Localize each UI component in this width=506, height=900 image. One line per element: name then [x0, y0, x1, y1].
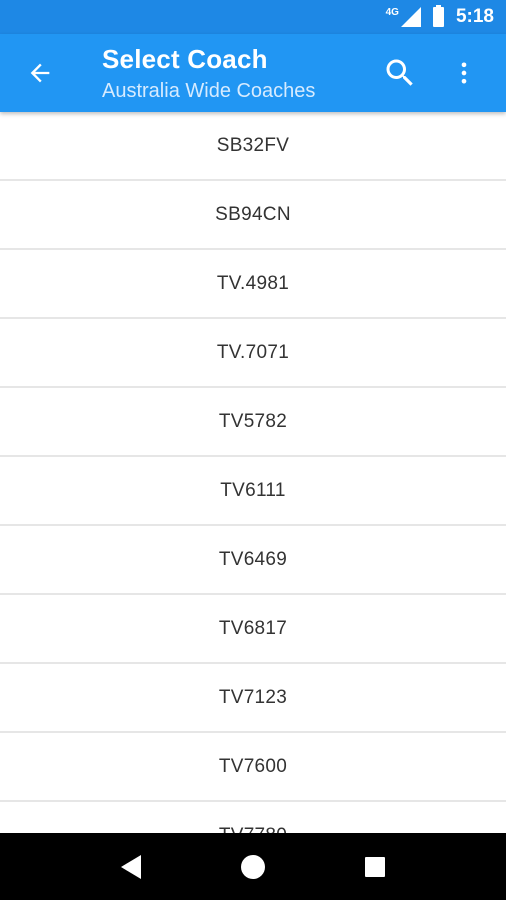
app-bar: Select Coach Australia Wide Coaches	[0, 34, 506, 112]
coach-list-item[interactable]: TV.4981	[0, 250, 506, 319]
coach-list-item[interactable]: TV7123	[0, 664, 506, 733]
coach-list[interactable]: SB32FV SB94CN TV.4981 TV.7071 TV5782 TV6…	[0, 112, 506, 833]
overflow-menu-button[interactable]	[448, 53, 480, 93]
arrow-back-icon	[30, 63, 50, 83]
page-title: Select Coach	[102, 44, 268, 74]
coach-list-item[interactable]: TV.7071	[0, 319, 506, 388]
search-button[interactable]	[378, 53, 422, 93]
circle-home-icon	[241, 854, 265, 879]
nav-back-button[interactable]	[106, 842, 156, 892]
app-bar-titles: Select Coach Australia Wide Coaches	[102, 44, 315, 104]
coach-list-item[interactable]: TV6817	[0, 595, 506, 664]
coach-list-item[interactable]: TV7780	[0, 802, 506, 834]
nav-home-button[interactable]	[228, 842, 278, 892]
square-recents-icon	[365, 856, 385, 877]
back-button[interactable]	[20, 53, 60, 93]
search-icon	[386, 59, 413, 86]
coach-list-item[interactable]: TV6111	[0, 457, 506, 526]
status-bar: 4G 5:18	[0, 0, 506, 34]
nav-recents-button[interactable]	[350, 842, 400, 892]
coach-list-item[interactable]: TV7600	[0, 733, 506, 802]
coach-list-item[interactable]: SB32FV	[0, 112, 506, 181]
network-type: 4G	[385, 6, 399, 18]
triangle-back-icon	[121, 854, 141, 879]
signal-icon	[400, 7, 421, 27]
more-vert-icon	[461, 62, 467, 84]
coach-list-item[interactable]: TV5782	[0, 388, 506, 457]
page-subtitle: Australia Wide Coaches	[102, 80, 316, 102]
status-time: 5:18	[455, 6, 494, 27]
battery-icon	[432, 5, 444, 27]
system-nav-bar	[0, 833, 506, 900]
coach-list-item[interactable]: SB94CN	[0, 181, 506, 250]
coach-list-item[interactable]: TV6469	[0, 526, 506, 595]
